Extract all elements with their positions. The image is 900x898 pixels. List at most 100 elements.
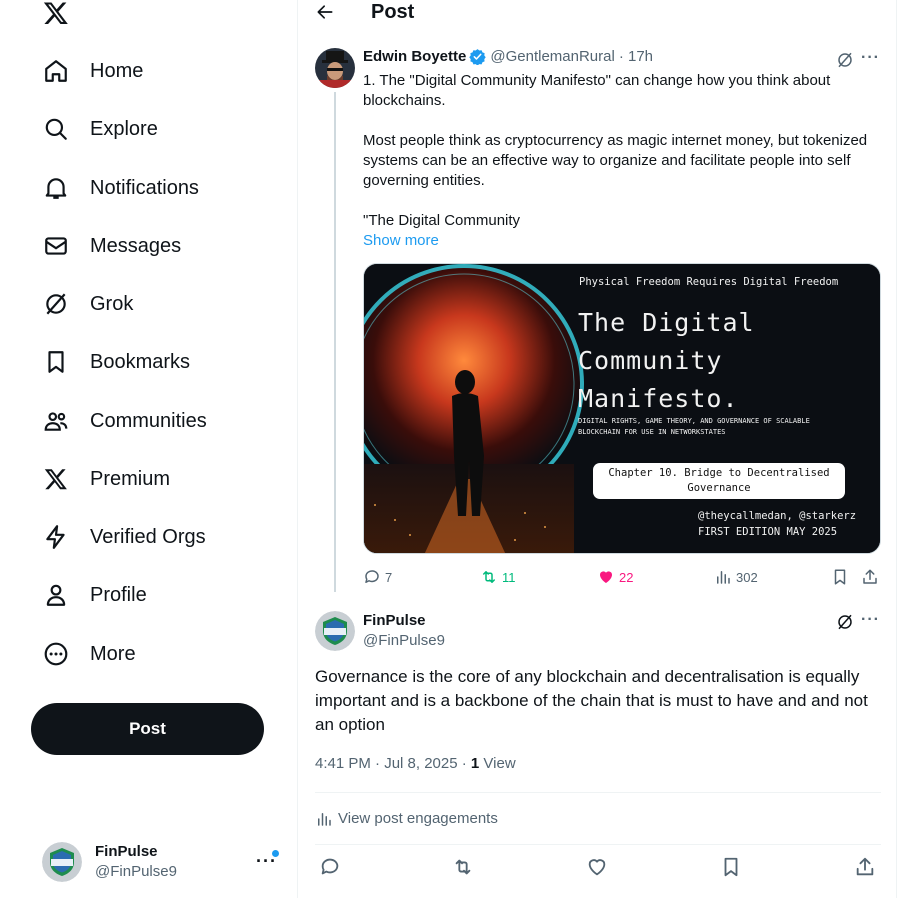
views-count: 1	[470, 755, 480, 772]
post-button[interactable]: Post	[31, 703, 264, 755]
divider	[315, 792, 881, 793]
nav-label: Profile	[90, 583, 147, 606]
heart-filled-icon	[600, 571, 612, 583]
views-count: 302	[736, 569, 758, 585]
media-title-line: The Digital	[578, 308, 755, 337]
nav-label: Premium	[90, 467, 171, 490]
media-subtitle-line: DIGITAL RIGHTS, GAME THEORY, AND GOVERNA…	[578, 417, 810, 425]
nav-explore[interactable]: Explore	[30, 104, 170, 154]
author-handle[interactable]: @GentlemanRural	[490, 48, 614, 65]
tweet-image[interactable]: Physical Freedom Requires Digital Freedo…	[363, 263, 881, 554]
nav-notifications[interactable]: Notifications	[30, 163, 211, 213]
nav-messages[interactable]: Messages	[30, 221, 193, 271]
nav-more[interactable]: More	[30, 629, 148, 679]
more-dots-icon: ···	[256, 851, 277, 871]
views-button[interactable]: 302	[714, 568, 758, 586]
nav-label: Verified Orgs	[90, 525, 206, 548]
grok-icon[interactable]	[836, 51, 854, 69]
nav-label: Messages	[90, 234, 182, 257]
person-icon	[42, 581, 70, 609]
tweet-paragraph: Most people think as cryptocurrency as m…	[363, 132, 868, 189]
media-title-line: Community	[578, 346, 723, 375]
show-more-link[interactable]: Show more	[363, 231, 439, 251]
grok-icon[interactable]	[836, 613, 854, 631]
nav-label: Explore	[90, 117, 158, 140]
reply-icon[interactable]	[319, 856, 343, 880]
tweet-header: Edwin Boyette @GentlemanRural · 17h	[363, 48, 653, 65]
repost-icon[interactable]	[452, 856, 476, 880]
timestamp[interactable]: · 17h	[619, 48, 653, 65]
page-header: Post	[299, 0, 897, 26]
tweet-text: Governance is the core of any blockchain…	[315, 667, 868, 734]
author-handle[interactable]: @FinPulse9	[363, 631, 445, 651]
back-arrow-icon[interactable]	[315, 2, 337, 22]
envelope-icon	[42, 232, 70, 260]
nav-communities[interactable]: Communities	[30, 396, 219, 446]
author-name[interactable]: FinPulse	[363, 611, 426, 631]
reply-button[interactable]: 7	[363, 568, 392, 586]
tweet-paragraph: "The Digital Community	[363, 212, 521, 229]
account-name: FinPulse	[95, 843, 158, 860]
tweet-action-bar	[315, 856, 881, 880]
nav-label: Bookmarks	[90, 350, 191, 373]
bookmark-icon[interactable]	[720, 856, 744, 880]
like-count: 22	[619, 569, 634, 585]
search-icon	[42, 115, 70, 143]
nav-label: Notifications	[90, 176, 199, 199]
divider	[315, 844, 881, 845]
media-edition: FIRST EDITION MAY 2025	[698, 526, 838, 538]
like-button[interactable]: 22	[597, 568, 633, 586]
thread-line	[334, 92, 336, 592]
tweet-timestamp[interactable]: 4:41 PM · Jul 8, 2025 · 1 View	[315, 754, 516, 774]
nav-premium[interactable]: Premium	[30, 454, 182, 504]
more-dots-icon[interactable]: ···	[861, 611, 880, 629]
media-title: The Digital Community Manifesto.	[578, 304, 755, 418]
view-engagements-link[interactable]: View post engagements	[315, 809, 498, 829]
repost-button[interactable]: 11	[480, 568, 516, 586]
media-chapter-line: Chapter 10. Bridge to Decentralised	[608, 467, 830, 479]
communities-icon	[42, 407, 70, 435]
avatar	[42, 842, 82, 882]
nav-grok[interactable]: Grok	[30, 279, 145, 329]
nav-profile[interactable]: Profile	[30, 570, 159, 620]
share-icon	[863, 569, 877, 584]
lightning-icon	[42, 523, 70, 551]
media-subtitle: DIGITAL RIGHTS, GAME THEORY, AND GOVERNA…	[578, 416, 810, 438]
bookmark-icon	[834, 569, 846, 585]
media-top-line: Physical Freedom Requires Digital Freedo…	[579, 276, 839, 288]
bookmark-icon	[42, 348, 70, 376]
repost-count: 11	[502, 569, 516, 585]
page-title: Post	[371, 1, 415, 23]
more-dots-icon[interactable]: ···	[861, 49, 880, 67]
bookmark-button[interactable]	[831, 568, 849, 586]
heart-icon[interactable]	[586, 856, 610, 880]
engagements-label: View post engagements	[338, 810, 498, 827]
media-title-line: Manifesto.	[578, 384, 739, 413]
nav-home[interactable]: Home	[30, 46, 155, 96]
reply-count: 7	[385, 569, 393, 585]
verified-badge-icon	[469, 49, 487, 65]
more-circle-icon	[42, 640, 70, 668]
author-name[interactable]: Edwin Boyette	[363, 48, 466, 65]
media-chapter-box: Chapter 10. Bridge to Decentralised Gove…	[593, 463, 845, 499]
views-label: View	[479, 755, 516, 772]
avatar[interactable]	[315, 611, 355, 651]
tweet-text: 1. The "Digital Community Manifesto" can…	[363, 71, 888, 231]
share-icon[interactable]	[854, 856, 878, 880]
timestamp-text: 4:41 PM · Jul 8, 2025 ·	[315, 755, 471, 772]
media-subtitle-line: BLOCKCHAIN FOR USE IN NETWORKSTATES	[578, 428, 726, 436]
share-button[interactable]	[861, 568, 879, 586]
x-logo-icon[interactable]	[42, 0, 72, 26]
x-logo-icon	[42, 465, 70, 493]
avatar[interactable]	[315, 48, 355, 88]
tweet-actions: 7 11 22 302	[363, 568, 888, 588]
nav-bookmarks[interactable]: Bookmarks	[30, 337, 202, 387]
post-detail-column: Post Edwin Boyette @GentlemanRural · 17h…	[299, 0, 897, 898]
tweet-paragraph: 1. The "Digital Community Manifesto" can…	[363, 72, 831, 109]
reply-icon	[365, 570, 379, 583]
grok-icon	[42, 290, 70, 318]
nav-label: Home	[90, 59, 144, 82]
left-nav: Home Explore Notifications Messages Grok…	[0, 0, 298, 898]
nav-verified-orgs[interactable]: Verified Orgs	[30, 512, 218, 562]
account-switcher[interactable]: FinPulse @FinPulse9 ···	[42, 840, 287, 884]
